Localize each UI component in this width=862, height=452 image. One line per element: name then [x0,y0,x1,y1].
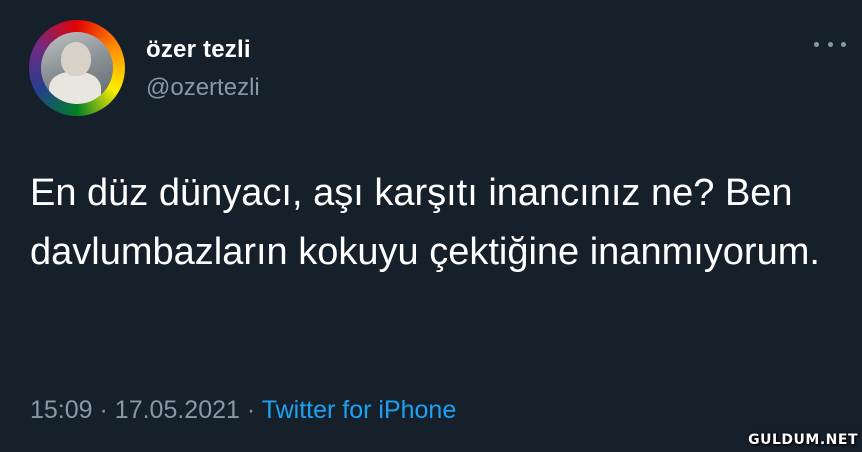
tweet-text: En düz dünyacı, aşı karşıtı inancınız ne… [30,172,820,273]
meta-separator: · [99,396,108,424]
tweet-date[interactable]: 17.05.2021 [115,396,240,424]
more-options-icon[interactable] [814,34,846,54]
profile-avatar[interactable] [29,20,125,116]
tweet-time[interactable]: 15:09 [30,396,93,424]
tweet-card: özer tezli @ozertezli En düz dünyacı, aş… [0,0,862,452]
tweet-metadata: 15:09 · 17.05.2021 · Twitter for iPhone [30,396,456,425]
display-name[interactable]: özer tezli [146,36,251,64]
more-dot [814,41,819,47]
tweet-source-link[interactable]: Twitter for iPhone [262,396,457,424]
meta-separator: · [246,396,256,424]
avatar-photo [41,32,113,104]
avatar-figure-body [49,72,101,104]
user-handle[interactable]: @ozertezli [146,74,260,102]
more-dot [841,41,846,47]
site-watermark: GULDUM.NET [748,432,858,448]
more-dot [827,41,833,47]
avatar-figure-head [61,42,91,76]
